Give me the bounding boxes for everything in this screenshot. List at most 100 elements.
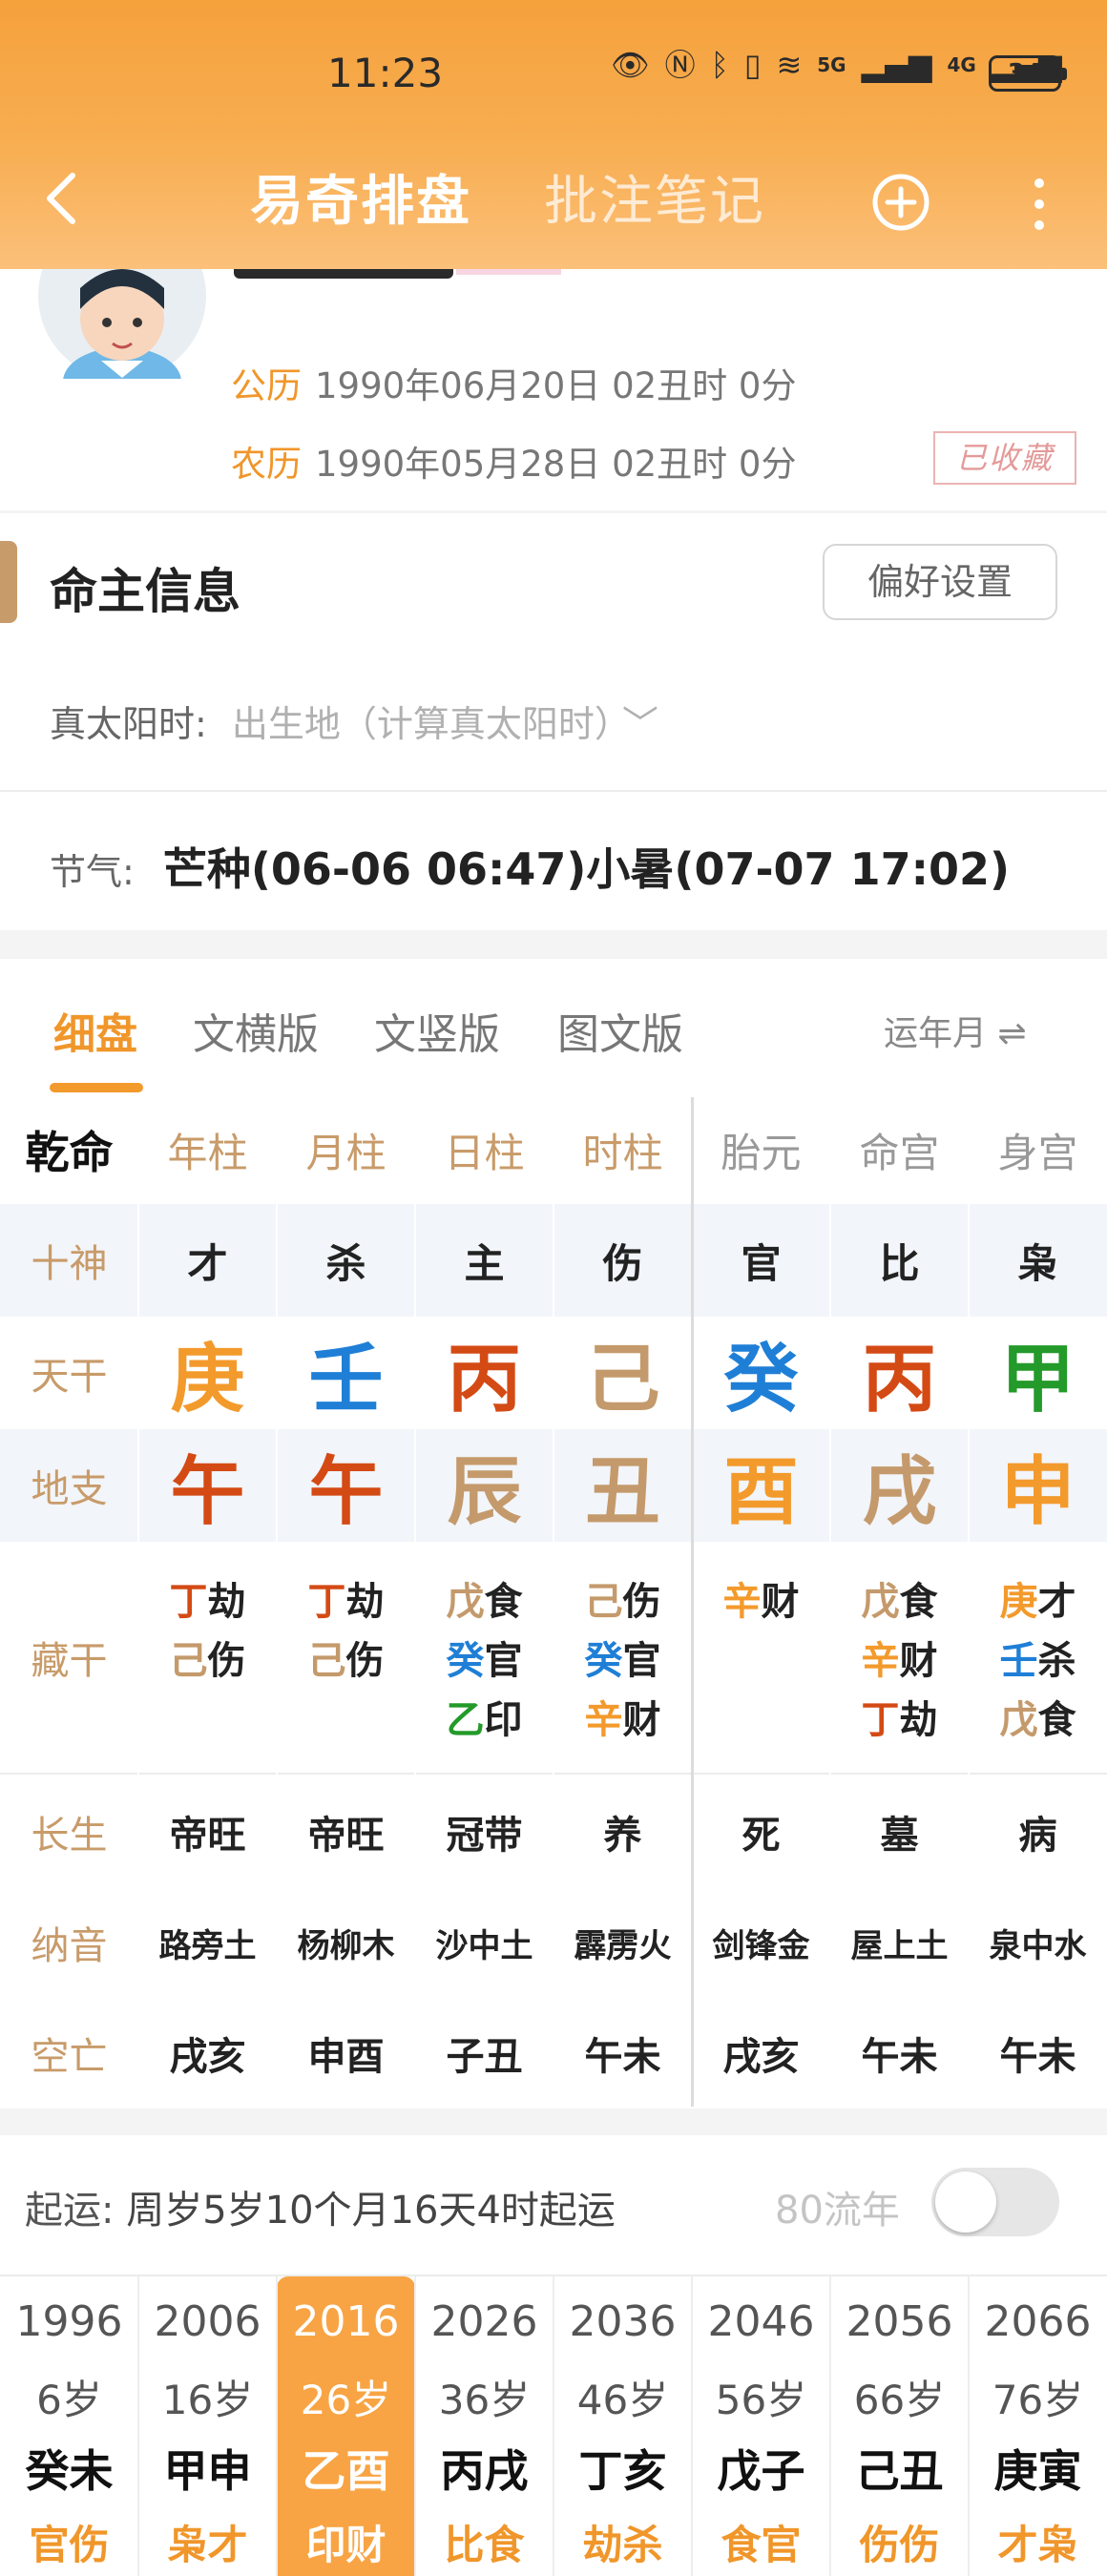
- preferences-button[interactable]: 偏好设置: [823, 544, 1057, 620]
- tiangan-cell: 己: [585, 1337, 660, 1423]
- canggan-stem: 戊: [999, 1698, 1038, 1742]
- dayun-item[interactable]: 2026 36岁 丙戌 比食: [415, 2276, 554, 2576]
- dayun-item[interactable]: 2036 46岁 丁亥 劫杀: [554, 2276, 692, 2576]
- kongwang-cell: 戌亥: [169, 2035, 246, 2079]
- dayun-item[interactable]: 2066 76岁 庚寅 才枭: [969, 2276, 1107, 2576]
- yun-switch[interactable]: 运年月 ⇌: [884, 1006, 1027, 1055]
- add-icon[interactable]: [870, 172, 931, 233]
- dayun-age: 76岁: [992, 2377, 1084, 2423]
- solar-term-label: 节气:: [50, 851, 135, 893]
- changsheng-cell: 帝旺: [169, 1814, 246, 1858]
- canggan-god: 伤: [207, 1639, 246, 1683]
- dayun-ganzhi: 己丑: [855, 2445, 944, 2497]
- dayun-year: 2046: [707, 2297, 815, 2346]
- shishen-cell: 官: [741, 1239, 782, 1287]
- dayun-age: 16岁: [161, 2377, 254, 2423]
- row-label: 空亡: [31, 2035, 108, 2079]
- canggan-cell: 辛财: [692, 1542, 830, 1773]
- column-separator: [968, 1204, 970, 2109]
- canggan-cell: 戊食 癸官 乙印: [415, 1542, 554, 1773]
- dayun-ganzhi: 丙戌: [440, 2445, 529, 2497]
- tab-notes[interactable]: 批注笔记: [544, 172, 765, 233]
- dayun-item[interactable]: 1996 6岁 癸未 官伤: [0, 2276, 138, 2576]
- canggan-item: 丁劫: [862, 1691, 938, 1750]
- signal-4g-icon: 4G: [947, 53, 976, 76]
- canggan-god: 劫: [345, 1580, 385, 1624]
- liunian-toggle[interactable]: [931, 2168, 1059, 2236]
- canggan-stem: 戊: [446, 1580, 485, 1624]
- nayin-cell: 沙中土: [435, 1926, 533, 1965]
- signal-5g-icon: 5G: [817, 53, 846, 76]
- canggan-item: 庚才: [1000, 1572, 1076, 1631]
- kongwang-cell: 午未: [861, 2035, 938, 2079]
- canggan-cell: 丁劫 己伤: [277, 1542, 415, 1773]
- tab-graphic[interactable]: 图文版: [557, 1000, 683, 1061]
- solar-term-value: 芒种(06-06 06:47)小暑(07-07 17:02): [162, 843, 1011, 895]
- dayun-item[interactable]: 2056 66岁 己丑 伤伤: [830, 2276, 969, 2576]
- dizhi-cell: 申: [1000, 1449, 1076, 1535]
- kongwang-cell: 午未: [584, 2035, 661, 2079]
- vibrate-icon: ▯: [743, 47, 762, 83]
- dayun-item[interactable]: 2016 26岁 乙酉 印财: [277, 2276, 415, 2576]
- dizhi-cell: 丑: [585, 1449, 660, 1535]
- dayun-ganzhi: 丁亥: [578, 2445, 667, 2497]
- nayin-cell: 霹雳火: [574, 1926, 672, 1965]
- dayun-item[interactable]: 2006 16岁 甲申 枭才: [138, 2276, 277, 2576]
- solar-time-row[interactable]: 真太阳时: 出生地（计算真太阳时） ﹀: [50, 695, 658, 747]
- section-accent: [0, 541, 17, 623]
- app-header: 11:23 👁 Ⓝ ᛒ ▯ ≋ 5G ▂▄▆ 4G ▂▄▆ 34 易奇排盘 批注…: [0, 0, 1107, 269]
- header-year-pillar: 年柱: [167, 1129, 248, 1176]
- canggan-god: 食: [1037, 1698, 1076, 1742]
- shishen-cell: 比: [879, 1239, 920, 1287]
- nayin-cell: 剑锋金: [712, 1926, 810, 1965]
- status-time: 11:23: [327, 50, 444, 96]
- more-icon[interactable]: [1025, 174, 1054, 235]
- dayun-shishen: 官伤: [29, 2522, 110, 2568]
- avatar[interactable]: [38, 269, 206, 379]
- tiangan-cell: 丙: [447, 1337, 522, 1423]
- dayun-year: 2006: [154, 2297, 261, 2346]
- header-hour-pillar: 时柱: [582, 1129, 663, 1176]
- eye-icon: 👁: [611, 47, 650, 83]
- canggan-god: 印: [484, 1698, 523, 1742]
- canggan-god: 财: [899, 1639, 938, 1683]
- canggan-item: 己伤: [170, 1631, 246, 1691]
- solar-date-label: 公历: [231, 365, 302, 406]
- dayun-separator: [553, 2276, 554, 2576]
- shishen-cell: 伤: [602, 1239, 643, 1287]
- canggan-item: 癸官: [585, 1631, 661, 1691]
- canggan-item: 癸官: [447, 1631, 523, 1691]
- dayun-ganzhi: 癸未: [25, 2445, 114, 2497]
- changsheng-cell: 病: [1018, 1814, 1057, 1858]
- tab-paipan[interactable]: 易奇排盘: [250, 172, 471, 233]
- changsheng-cell: 墓: [880, 1814, 919, 1858]
- battery-icon: 34: [989, 55, 1067, 92]
- user-name: [234, 269, 453, 279]
- dayun-item[interactable]: 2046 56岁 戊子 食官: [692, 2276, 830, 2576]
- column-separator: [137, 1204, 139, 2109]
- canggan-god: 官: [622, 1639, 661, 1683]
- dayun-year: 2036: [569, 2297, 677, 2346]
- shishen-cell: 主: [464, 1239, 505, 1287]
- tab-detail[interactable]: 细盘: [53, 1000, 137, 1061]
- dayun-separator: [276, 2276, 278, 2576]
- back-icon[interactable]: [40, 170, 82, 227]
- canggan-stem: 壬: [999, 1639, 1038, 1683]
- column-separator: [553, 1204, 554, 2109]
- dayun-shishen: 食官: [721, 2522, 802, 2568]
- dayun-separator: [691, 2276, 693, 2576]
- section-gap: [0, 930, 1107, 959]
- dayun-year: 2016: [292, 2297, 400, 2346]
- canggan-stem: 己: [584, 1580, 623, 1624]
- signal-bars-icon: ▂▄▆: [861, 47, 932, 83]
- canggan-god: 官: [484, 1639, 523, 1683]
- divider: [0, 510, 1107, 513]
- dayun-shishen: 才枭: [997, 2522, 1078, 2568]
- dayun-age: 46岁: [576, 2377, 669, 2423]
- tiangan-cell: 丙: [862, 1337, 937, 1423]
- dayun-ganzhi: 甲申: [163, 2445, 252, 2497]
- dayun-year: 1996: [15, 2297, 123, 2346]
- row-label: 藏干: [31, 1639, 108, 1683]
- tab-vertical[interactable]: 文竖版: [374, 1000, 500, 1061]
- tab-horizontal[interactable]: 文横版: [193, 1000, 319, 1061]
